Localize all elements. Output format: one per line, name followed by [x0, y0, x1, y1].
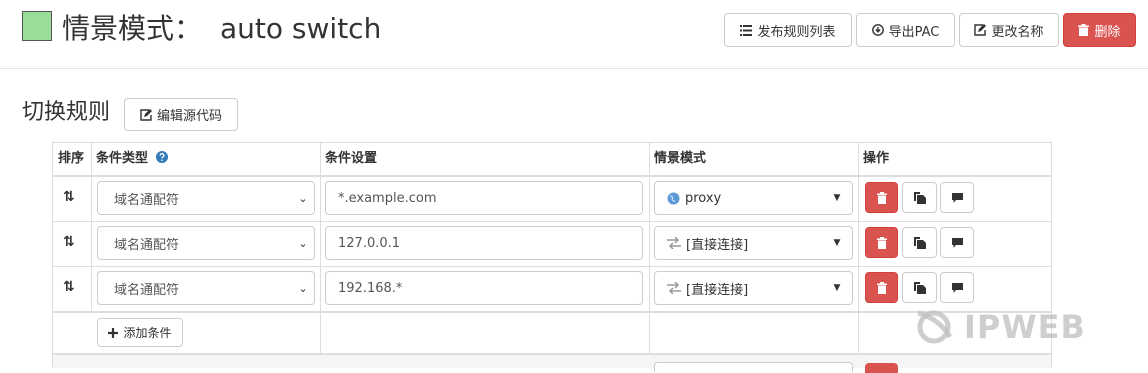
- comment-icon: [951, 192, 963, 203]
- transfer-icon: [667, 282, 681, 294]
- chevron-down-icon: ⌄: [298, 236, 308, 250]
- chevron-down-icon: ⌄: [298, 281, 308, 295]
- trash-icon: [876, 191, 887, 204]
- condition-type-value: 域名通配符: [114, 192, 180, 208]
- header-condition-type-label: 条件类型: [96, 151, 149, 166]
- section-title: 切换规则: [22, 100, 111, 125]
- add-condition-button[interactable]: 添加条件: [97, 318, 183, 347]
- profile-color-swatch[interactable]: [22, 11, 52, 41]
- export-pac-button[interactable]: 导出PAC: [856, 13, 955, 47]
- condition-value-input[interactable]: *.example.com: [325, 181, 643, 215]
- edit-icon: [974, 24, 987, 36]
- caret-down-icon: ▼: [833, 238, 841, 248]
- condition-type-select[interactable]: 域名通配符 ⌄: [97, 271, 315, 305]
- rules-table: 排序 条件类型 条件设置 情景模式 操作 ⇅ 域名通配符 ⌄ *.example…: [52, 142, 1052, 373]
- profile-value: [直接连接]: [686, 237, 749, 253]
- watermark-logo-icon: [917, 310, 953, 344]
- help-icon[interactable]: [155, 151, 168, 163]
- clone-rule-button[interactable]: [902, 182, 937, 213]
- download-circle-icon: [871, 24, 884, 36]
- trash-icon: [876, 236, 887, 249]
- page-header: 情景模式： auto switch 发布规则列表 导出PAC 更改名称 删除: [0, 0, 1148, 69]
- header-condition-type: 条件类型: [91, 143, 321, 175]
- transfer-icon: [667, 237, 681, 249]
- page-title: 情景模式： auto switch: [62, 9, 381, 49]
- comment-rule-button[interactable]: [940, 272, 974, 303]
- condition-value: 192.168.*: [338, 280, 403, 296]
- header-sort: 排序: [58, 151, 85, 166]
- delete-profile-button[interactable]: 删除: [1063, 13, 1136, 47]
- section-switch-rules: 切换规则: [22, 99, 110, 127]
- title-prefix: 情景模式：: [62, 12, 203, 45]
- sort-handle-icon[interactable]: ⇅: [63, 189, 75, 205]
- clone-rule-button[interactable]: [902, 272, 937, 303]
- profile-select[interactable]: proxy ▼: [654, 181, 853, 215]
- export-pac-label: 导出PAC: [888, 24, 940, 40]
- header-actions: 操作: [863, 151, 890, 166]
- default-rule-row: [53, 355, 1051, 368]
- condition-value: *.example.com: [338, 190, 437, 206]
- chevron-down-icon: ⌄: [298, 191, 308, 205]
- watermark: IPWEB: [910, 303, 1086, 351]
- header-condition-settings: 条件设置: [325, 151, 378, 166]
- caret-down-icon: ▼: [833, 283, 841, 293]
- copy-icon: [913, 191, 926, 204]
- rename-label: 更改名称: [991, 24, 1044, 40]
- condition-type-value: 域名通配符: [114, 237, 180, 253]
- condition-type-select[interactable]: 域名通配符 ⌄: [97, 226, 315, 260]
- list-icon: [740, 24, 753, 36]
- trash-icon: [876, 281, 887, 294]
- plus-icon: [108, 327, 119, 338]
- publish-rules-button[interactable]: 发布规则列表: [724, 13, 852, 47]
- delete-rule-button[interactable]: [865, 182, 898, 213]
- sort-handle-icon[interactable]: ⇅: [63, 234, 75, 250]
- default-delete-button[interactable]: [865, 363, 898, 373]
- profile-value: [直接连接]: [686, 282, 749, 298]
- comment-rule-button[interactable]: [940, 182, 974, 213]
- condition-type-select[interactable]: 域名通配符 ⌄: [97, 181, 315, 215]
- caret-down-icon: ▼: [833, 193, 841, 203]
- sort-handle-icon[interactable]: ⇅: [63, 279, 75, 295]
- comment-icon: [951, 237, 963, 248]
- delete-profile-label: 删除: [1094, 24, 1121, 40]
- condition-value-input[interactable]: 127.0.0.1: [325, 226, 643, 260]
- profile-value: proxy: [685, 190, 722, 206]
- delete-rule-button[interactable]: [865, 272, 898, 303]
- publish-rules-label: 发布规则列表: [757, 24, 836, 40]
- condition-value-input[interactable]: 192.168.*: [325, 271, 643, 305]
- watermark-text: IPWEB: [964, 308, 1086, 346]
- condition-value: 127.0.0.1: [338, 235, 401, 251]
- edit-icon: [140, 108, 152, 121]
- comment-rule-button[interactable]: [940, 227, 974, 258]
- header-profile: 情景模式: [654, 151, 707, 166]
- condition-type-value: 域名通配符: [114, 282, 180, 298]
- rename-button[interactable]: 更改名称: [959, 13, 1059, 47]
- trash-icon: [1078, 24, 1090, 36]
- comment-icon: [951, 282, 963, 293]
- edit-source-button[interactable]: 编辑源代码: [124, 98, 238, 131]
- default-profile-select[interactable]: [654, 362, 853, 372]
- profile-name: auto switch: [220, 12, 382, 45]
- edit-source-label: 编辑源代码: [156, 109, 222, 124]
- copy-icon: [913, 236, 926, 249]
- profile-select[interactable]: [直接连接] ▼: [654, 271, 853, 305]
- delete-rule-button[interactable]: [865, 227, 898, 258]
- profile-select[interactable]: [直接连接] ▼: [654, 226, 853, 260]
- globe-icon: [667, 192, 680, 205]
- add-condition-label: 添加条件: [123, 326, 172, 340]
- clone-rule-button[interactable]: [902, 227, 937, 258]
- copy-icon: [913, 281, 926, 294]
